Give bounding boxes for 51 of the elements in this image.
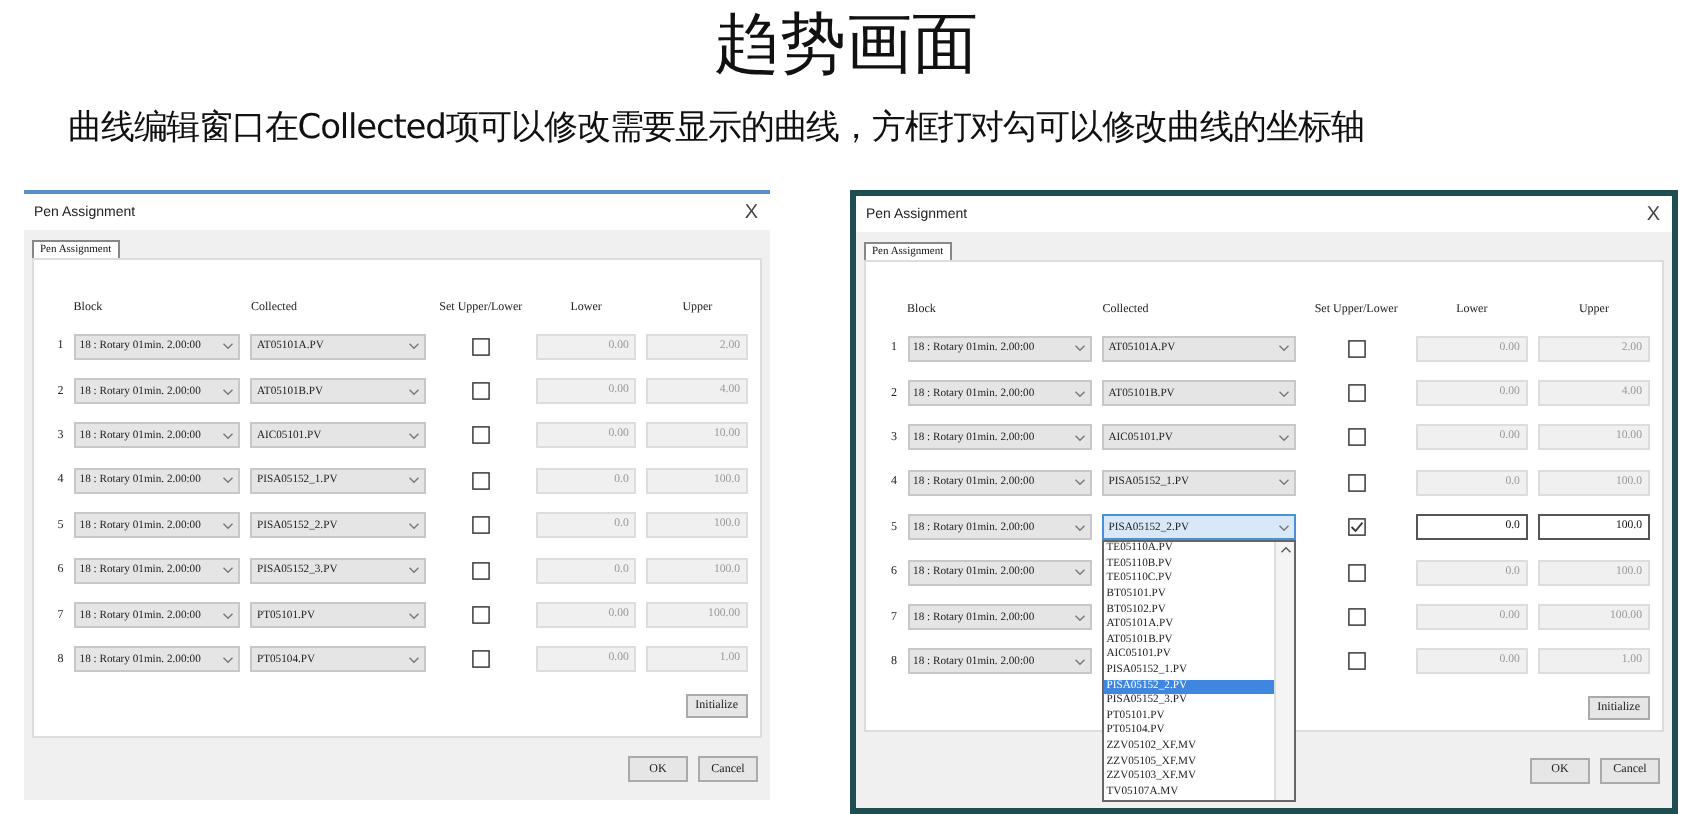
- checkbox[interactable]: [471, 426, 490, 445]
- checkbox[interactable]: [471, 337, 490, 356]
- checkbox[interactable]: [1347, 563, 1366, 582]
- chevron-down-icon: [408, 342, 421, 351]
- chevron-down-icon: [222, 655, 235, 664]
- checkbox[interactable]: [471, 471, 490, 490]
- chevron-down-icon: [1074, 389, 1087, 398]
- chevron-down-icon: [222, 566, 235, 575]
- chevron-down-icon: [222, 387, 235, 396]
- scroll-bar[interactable]: [1274, 542, 1295, 801]
- chevron-down-icon: [408, 431, 421, 440]
- scroll-up-icon[interactable]: [1279, 546, 1292, 555]
- chevron-down-icon: [1074, 523, 1087, 532]
- chevron-down-icon: [1074, 613, 1087, 622]
- chevron-down-icon: [1074, 344, 1087, 353]
- chevron-down-icon: [1074, 657, 1087, 666]
- checkbox[interactable]: [471, 516, 490, 535]
- chevron-down-icon: [408, 476, 421, 485]
- chevron-down-icon: [1278, 478, 1291, 487]
- checkbox[interactable]: [1347, 608, 1366, 627]
- chevron-down-icon: [222, 521, 235, 530]
- chevron-down-icon: [1278, 344, 1291, 353]
- slide-caption: 曲线编辑窗口在Collected项可以修改需要显示的曲线，方框打对勾可以修改曲线的坐标轴: [66, 106, 1367, 150]
- checkbox[interactable]: [471, 650, 490, 669]
- checkbox[interactable]: [1347, 473, 1366, 492]
- chevron-down-icon: [408, 387, 421, 396]
- chevron-down-icon: [1278, 389, 1291, 398]
- checkbox[interactable]: [471, 606, 490, 625]
- chevron-down-icon: [408, 611, 421, 620]
- chevron-down-icon: [408, 655, 421, 664]
- chevron-down-icon: [222, 342, 235, 351]
- chevron-down-icon: [1278, 433, 1291, 442]
- chevron-down-icon: [222, 476, 235, 485]
- checkbox[interactable]: [471, 382, 490, 401]
- close-button[interactable]: X: [744, 201, 758, 223]
- chevron-down-icon: [1074, 478, 1087, 487]
- checkbox[interactable]: [1347, 384, 1366, 403]
- checkbox[interactable]: [1347, 518, 1366, 537]
- checkbox[interactable]: [1347, 428, 1366, 447]
- slide-title: 趋势画面: [712, 2, 980, 84]
- chevron-down-icon: [222, 611, 235, 620]
- chevron-down-icon: [1074, 433, 1087, 442]
- close-button[interactable]: X: [1646, 203, 1660, 225]
- checkbox[interactable]: [1347, 339, 1366, 358]
- checkbox[interactable]: [1347, 652, 1366, 671]
- chevron-down-icon: [222, 431, 235, 440]
- chevron-down-icon: [408, 566, 421, 575]
- chevron-down-icon: [1074, 568, 1087, 577]
- chevron-down-icon: [1278, 523, 1291, 532]
- checkbox[interactable]: [471, 561, 490, 580]
- chevron-down-icon: [408, 521, 421, 530]
